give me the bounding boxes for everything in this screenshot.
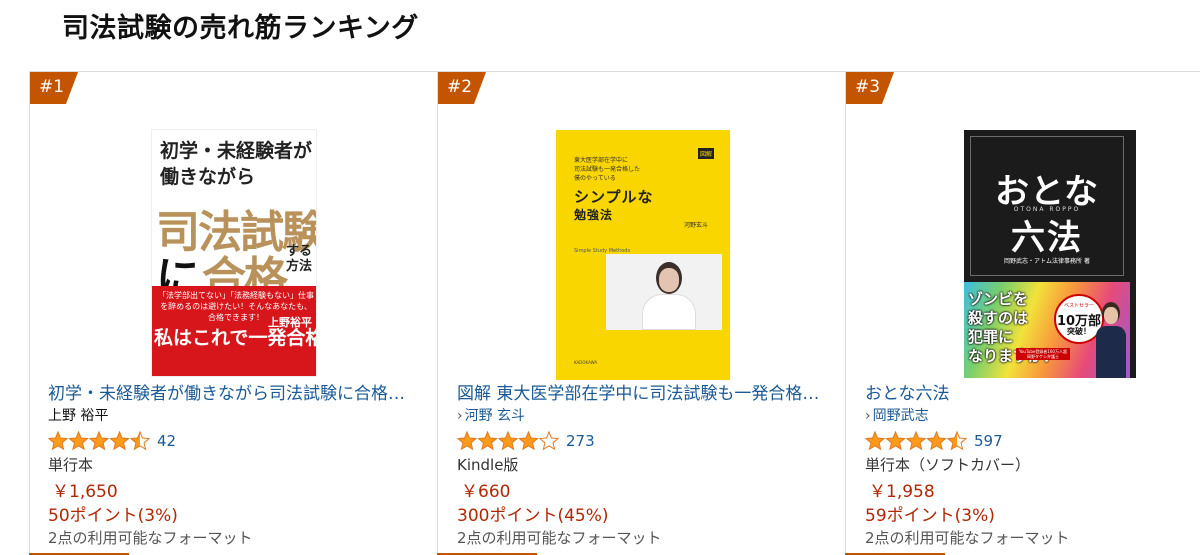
cover-text: KADOKAWA <box>574 360 598 365</box>
star-icon <box>518 431 539 451</box>
cover-photo <box>1096 302 1126 378</box>
cover-text: 河野玄斗 <box>684 222 709 229</box>
product-price: ￥1,650 <box>52 482 118 502</box>
cover-photo <box>606 254 722 330</box>
page-title: 司法試験の売れ筋ランキング <box>62 13 419 44</box>
star-icon <box>129 431 151 451</box>
product-author-link[interactable]: › 岡野武志 <box>865 405 929 425</box>
product-title-link[interactable]: おとな六法 <box>865 379 1200 404</box>
cover-red-band: 「法学部出てない」「法務経験もない」仕事を辞めるのは避けたい！そんなあなたも、合… <box>152 286 316 376</box>
star-rating-svg <box>865 431 968 451</box>
rank-number: #2 <box>447 77 473 97</box>
author-name: 上野 裕平 <box>48 408 109 424</box>
cover-text: YouTube登録者160万人超 岡野タケシ弁護士 <box>1016 348 1070 360</box>
author-name[interactable]: 岡野武志 <box>873 408 929 424</box>
star-icon <box>926 431 947 451</box>
rank-badge: #1 <box>8 72 78 104</box>
cover-text: 初学・未経験者が <box>160 140 313 162</box>
cover-text: 勉強法 <box>574 208 614 222</box>
cover-text: シンプルな <box>574 188 654 206</box>
cover-text: 働きながら <box>160 166 256 188</box>
star-icon <box>905 431 927 451</box>
product-author-link[interactable]: › 河野 玄斗 <box>457 405 525 425</box>
review-count-link[interactable]: 42 <box>157 432 176 450</box>
ranking-carousel: #1 初学・未経験者が 働きながら 司法試験 に 合格 する方法 「法学部出てな… <box>29 71 1200 555</box>
star-icon <box>497 431 519 451</box>
author-name[interactable]: 河野 玄斗 <box>465 408 525 424</box>
product-price: ￥660 <box>461 482 511 502</box>
star-icon <box>477 431 498 451</box>
book-cover-image[interactable]: おとな OTONA ROPPO 六法 岡野武志・アトム法律事務所 著 ゾンビを … <box>964 130 1136 378</box>
product-author: 上野 裕平 <box>48 405 108 425</box>
star-icon <box>538 431 560 451</box>
star-icon <box>88 431 110 451</box>
product-price: ￥1,958 <box>869 482 935 502</box>
cover-text: 図解 <box>698 148 715 159</box>
product-card-3: #3 おとな OTONA ROPPO 六法 岡野武志・アトム法律事務所 著 ゾン… <box>845 71 1200 555</box>
product-card-1: #1 初学・未経験者が 働きながら 司法試験 に 合格 する方法 「法学部出てな… <box>29 71 438 555</box>
star-rating-icon[interactable] <box>48 431 151 451</box>
star-rating-svg <box>457 431 560 451</box>
star-icon <box>109 431 130 451</box>
product-title-link[interactable]: 初学・未経験者が働きながら司法試験に合格… <box>48 379 438 404</box>
cover-text: する方法 <box>286 244 313 274</box>
star-rating-svg <box>48 431 151 451</box>
rating-row[interactable]: 597 <box>865 430 1003 452</box>
cover-text: 東大医学部在学中に 司法試験も一発合格した 僕のやっている <box>574 157 641 182</box>
cover-text: 上野裕平 <box>268 316 312 329</box>
rank-badge: #2 <box>416 72 486 104</box>
product-format: Kindle版 <box>457 456 519 474</box>
rating-row[interactable]: 273 <box>457 430 595 452</box>
rank-number: #1 <box>39 77 65 97</box>
product-format: 単行本 <box>48 456 94 474</box>
book-cover-image[interactable]: 初学・未経験者が 働きながら 司法試験 に 合格 する方法 「法学部出てない」「… <box>151 129 317 377</box>
cover-band: ゾンビを 殺すのは 犯罪に なりますか？ ベストセラー 10万部 突破！ You… <box>964 282 1130 378</box>
star-icon <box>457 431 478 451</box>
cover-text: 六法 <box>1011 218 1083 258</box>
rating-row[interactable]: 42 <box>48 430 176 452</box>
chevron-right-icon: › <box>865 408 871 424</box>
review-count-link[interactable]: 273 <box>566 432 595 450</box>
review-count-link[interactable]: 597 <box>974 432 1003 450</box>
book-cover-image[interactable]: 図解 東大医学部在学中に 司法試験も一発合格した 僕のやっている シンプルな 勉… <box>556 130 730 380</box>
star-icon <box>48 431 69 451</box>
star-icon <box>885 431 906 451</box>
product-points: 50ポイント(3%) <box>48 506 178 526</box>
star-rating-icon[interactable] <box>457 431 560 451</box>
product-card-2: #2 図解 東大医学部在学中に 司法試験も一発合格した 僕のやっている シンプル… <box>437 71 846 555</box>
chevron-right-icon: › <box>457 408 463 424</box>
star-icon <box>68 431 89 451</box>
formats-available-link[interactable]: 2点の利用可能なフォーマット <box>48 527 253 548</box>
product-points: 300ポイント(45%) <box>457 506 609 526</box>
rank-badge: #3 <box>824 72 894 104</box>
product-format: 単行本（ソフトカバー） <box>865 456 1031 474</box>
star-rating-icon[interactable] <box>865 431 968 451</box>
formats-available-link[interactable]: 2点の利用可能なフォーマット <box>865 527 1070 548</box>
product-points: 59ポイント(3%) <box>865 506 995 526</box>
rank-number: #3 <box>855 77 881 97</box>
star-icon <box>865 431 886 451</box>
star-icon <box>946 431 968 451</box>
cover-text: 岡野武志・アトム法律事務所 著 <box>1004 258 1090 265</box>
formats-available-link[interactable]: 2点の利用可能なフォーマット <box>457 527 662 548</box>
product-title-link[interactable]: 図解 東大医学部在学中に司法試験も一発合格… <box>457 379 847 404</box>
